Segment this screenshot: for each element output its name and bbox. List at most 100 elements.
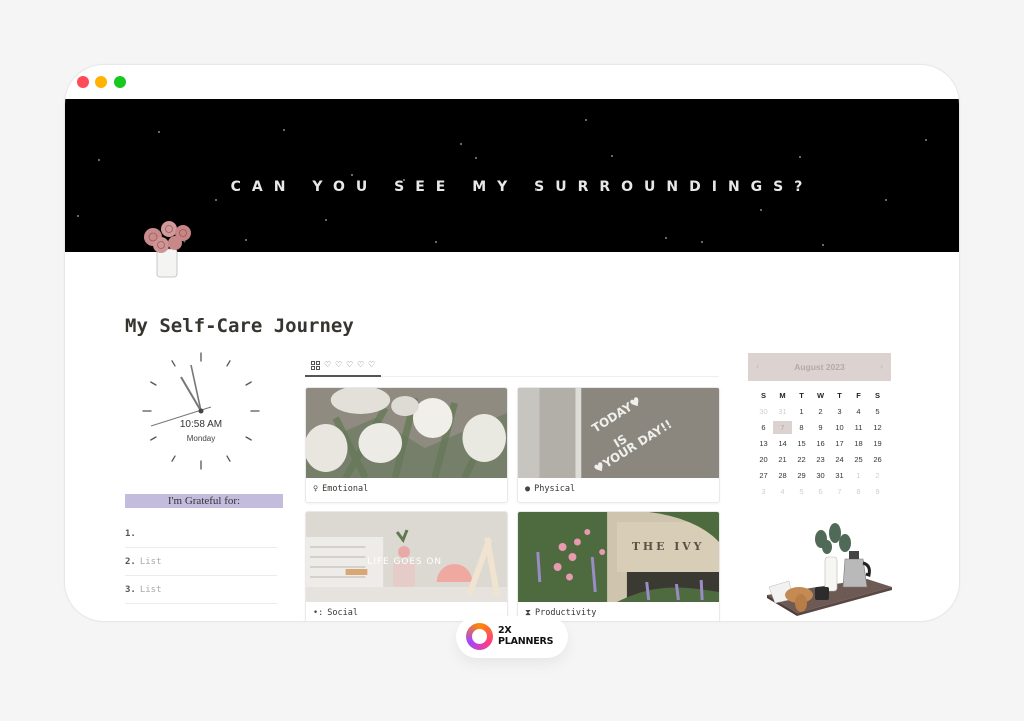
apple-icon: ●: [525, 484, 531, 494]
calendar-day[interactable]: 30: [811, 469, 830, 482]
calendar-day[interactable]: 6: [811, 485, 830, 498]
calendar-day[interactable]: 21: [773, 453, 792, 466]
app-window: CAN YOU SEE MY SURROUNDINGS? My Self-Car…: [64, 64, 960, 622]
gallery-grid-icon[interactable]: [311, 361, 320, 370]
calendar-day[interactable]: 22: [792, 453, 811, 466]
calendar-day[interactable]: 24: [830, 453, 849, 466]
calendar-day[interactable]: 4: [849, 405, 868, 418]
calendar-day[interactable]: 13: [754, 437, 773, 450]
calendar-day[interactable]: 1: [792, 405, 811, 418]
heart-icon[interactable]: ♡: [357, 360, 364, 369]
calendar-day[interactable]: 18: [849, 437, 868, 450]
gallery-card-physical[interactable]: TODAY♥ IS ♥YOUR DAY!! ● Physical: [517, 387, 720, 503]
star-decoration: [701, 241, 703, 243]
calendar-day[interactable]: 30: [754, 405, 773, 418]
calendar-day[interactable]: 15: [792, 437, 811, 450]
calendar-day[interactable]: 19: [868, 437, 887, 450]
star-decoration: [435, 241, 437, 243]
calendar-day[interactable]: 2: [868, 469, 887, 482]
list-item[interactable]: 1.: [125, 520, 277, 548]
list-number: 3.: [125, 585, 136, 595]
rose-vase-icon[interactable]: [139, 211, 199, 281]
clock-tick: [245, 381, 252, 386]
list-text: List: [139, 557, 162, 567]
calendar-day[interactable]: 6: [754, 421, 773, 434]
clock-tick: [150, 381, 157, 386]
page-title: My Self-Care Journey: [125, 315, 354, 337]
clock-tick: [171, 455, 176, 462]
clock-center: [198, 408, 204, 414]
calendar-month-title: August 2023: [794, 362, 845, 372]
calendar-day[interactable]: 17: [830, 437, 849, 450]
gallery-card-emotional[interactable]: ♀ Emotional: [305, 387, 508, 503]
calendar-day[interactable]: 3: [754, 485, 773, 498]
calendar-day[interactable]: 20: [754, 453, 773, 466]
weekday-header: S: [760, 391, 766, 400]
calendar-day[interactable]: 7: [830, 485, 849, 498]
life-goes-on-text: LIFE GOES ON: [367, 557, 442, 567]
clock-day: Monday: [186, 434, 216, 443]
calendar-day[interactable]: 12: [868, 421, 887, 434]
calendar-day[interactable]: 3: [830, 405, 849, 418]
heart-icon[interactable]: ♡: [368, 360, 375, 369]
weekday-header: F: [856, 391, 861, 400]
calendar-day[interactable]: 25: [849, 453, 868, 466]
list-number: 2.: [125, 557, 136, 567]
life-goes-on-image: LIFE GOES ON: [306, 512, 507, 602]
calendar-header: ‹ August 2023 ›: [748, 353, 891, 381]
calendar-day[interactable]: 2: [811, 405, 830, 418]
gallery-card-social[interactable]: LIFE GOES ON •: Social: [305, 511, 508, 621]
calendar-widget: ‹ August 2023 › S M T W T F S 30 31 1 2 3 4 5 6 7 8 9 10 11…: [748, 353, 891, 498]
calendar-day[interactable]: 1: [849, 469, 868, 482]
calendar-day[interactable]: 16: [811, 437, 830, 450]
weekday-header: T: [799, 391, 804, 400]
active-tab-indicator: [305, 375, 381, 377]
star-decoration: [925, 139, 927, 141]
list-item[interactable]: 2. List: [125, 548, 277, 576]
banner-text: CAN YOU SEE MY SURROUNDINGS?: [230, 179, 814, 195]
brand-badge[interactable]: 2X PLANNERS: [456, 616, 568, 658]
calendar-day[interactable]: 5: [868, 405, 887, 418]
weekday-header: M: [779, 391, 786, 400]
calendar-day[interactable]: 10: [830, 421, 849, 434]
star-decoration: [535, 189, 537, 191]
next-month-button[interactable]: ›: [880, 361, 883, 371]
heart-icon[interactable]: ♡: [346, 360, 353, 369]
mirror-image: TODAY♥ IS ♥YOUR DAY!!: [518, 388, 719, 478]
calendar-day[interactable]: 26: [868, 453, 887, 466]
calendar-day[interactable]: 8: [849, 485, 868, 498]
calendar-day[interactable]: 31: [830, 469, 849, 482]
list-item[interactable]: 3. List: [125, 576, 277, 604]
clock-tick: [226, 455, 231, 462]
calendar-day[interactable]: 8: [792, 421, 811, 434]
close-window-button[interactable]: [77, 76, 89, 88]
star-decoration: [351, 174, 353, 176]
star-decoration: [325, 219, 327, 221]
calendar-day-selected[interactable]: 7: [773, 421, 792, 434]
analog-clock: [142, 352, 260, 470]
maximize-window-button[interactable]: [114, 76, 126, 88]
star-decoration: [760, 209, 762, 211]
calendar-day[interactable]: 28: [773, 469, 792, 482]
calendar-day[interactable]: 23: [811, 453, 830, 466]
calendar-day[interactable]: 29: [792, 469, 811, 482]
the-ivy-image: THE IVY: [518, 512, 719, 602]
title-bar: [65, 65, 959, 99]
calendar-day[interactable]: 27: [754, 469, 773, 482]
card-label: ● Physical: [525, 484, 575, 494]
star-decoration: [158, 131, 160, 133]
calendar-day[interactable]: 31: [773, 405, 792, 418]
calendar-day[interactable]: 9: [811, 421, 830, 434]
calendar-day[interactable]: 9: [868, 485, 887, 498]
minimize-window-button[interactable]: [95, 76, 107, 88]
heart-icon[interactable]: ♡: [324, 360, 331, 369]
cover-banner: CAN YOU SEE MY SURROUNDINGS?: [65, 99, 959, 252]
calendar-day[interactable]: 5: [792, 485, 811, 498]
star-decoration: [822, 244, 824, 246]
calendar-day[interactable]: 4: [773, 485, 792, 498]
gallery-card-productivity[interactable]: THE IVY ⧗ Productivity: [517, 511, 720, 621]
heart-icon[interactable]: ♡: [335, 360, 342, 369]
calendar-day[interactable]: 11: [849, 421, 868, 434]
weekday-header: S: [874, 391, 880, 400]
calendar-day[interactable]: 14: [773, 437, 792, 450]
